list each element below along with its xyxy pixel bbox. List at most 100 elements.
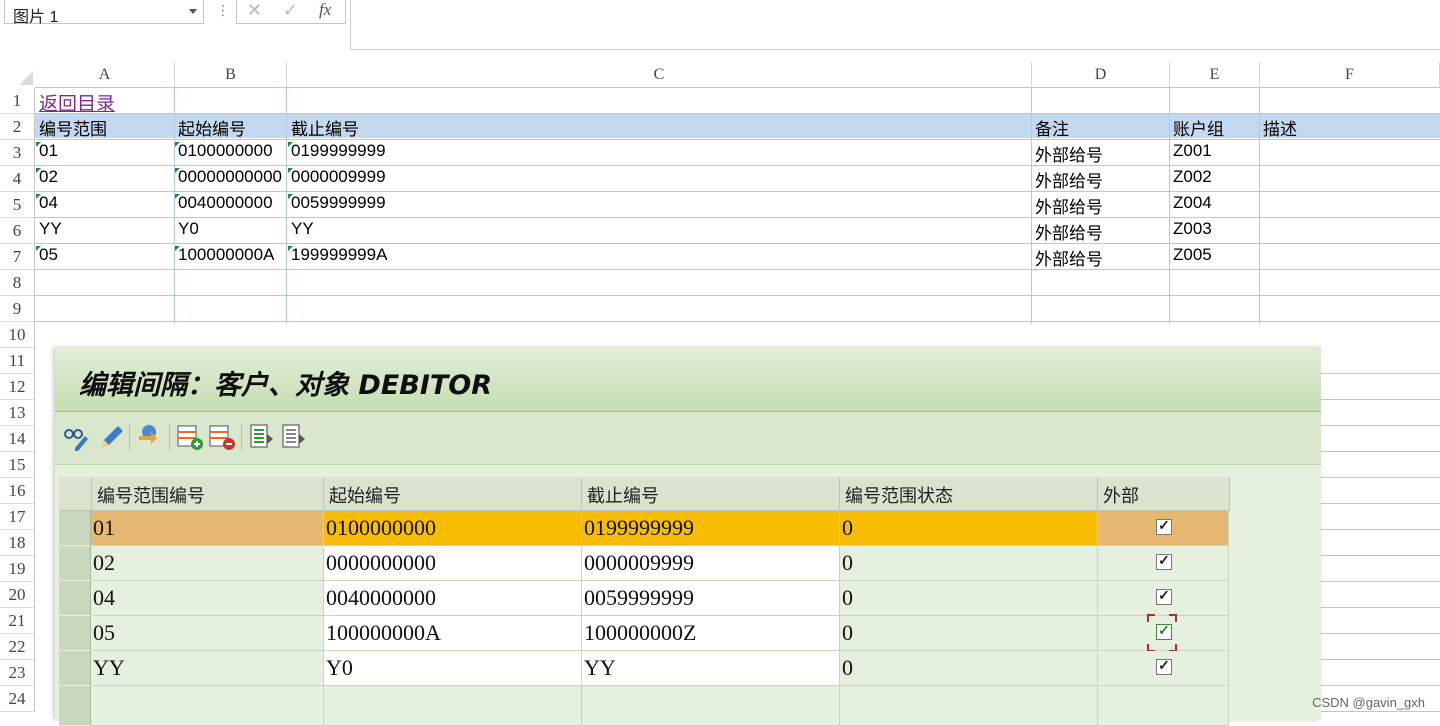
table-row[interactable]: 04 0040000000 0059999999 0 ✓ — [91, 581, 1229, 616]
row-selector[interactable] — [59, 651, 91, 686]
enter-icon[interactable]: ✓ — [283, 0, 298, 21]
table-row[interactable]: YY Y0 YY 0 ✓ — [91, 651, 1229, 686]
row-header[interactable]: 3 — [0, 140, 35, 166]
row-selector[interactable] — [59, 581, 91, 616]
sheet-data-cell[interactable]: 外部给号 — [1035, 219, 1103, 244]
cell-from[interactable]: 0040000000 — [324, 581, 582, 616]
cell-to[interactable]: 100000000Z — [582, 616, 840, 651]
sheet-data-cell[interactable]: 02 — [39, 167, 58, 187]
row-header[interactable]: 13 — [0, 400, 35, 426]
sheet-data-cell[interactable]: Z003 — [1173, 219, 1212, 239]
select-all-corner[interactable] — [0, 62, 35, 88]
cancel-icon[interactable]: ✕ — [247, 0, 262, 21]
sheet-data-cell[interactable]: 100000000A — [178, 245, 274, 265]
delete-line-icon[interactable] — [207, 422, 237, 452]
sheet-data-cell[interactable]: YY — [39, 219, 62, 239]
sheet-data-cell[interactable]: 0000009999 — [291, 167, 386, 187]
sheet-data-cell[interactable]: Z004 — [1173, 193, 1212, 213]
external-checkbox[interactable]: ✓ — [1156, 519, 1172, 535]
sheet-data-cell[interactable]: 0199999999 — [291, 141, 386, 161]
row-header[interactable]: 7 — [0, 244, 35, 270]
sheet-data-cell[interactable]: 外部给号 — [1035, 245, 1103, 270]
sheet-data-cell[interactable]: 0100000000 — [178, 141, 273, 161]
cell-from[interactable]: 100000000A — [324, 616, 582, 651]
vertical-dots-icon[interactable]: ⋮ — [216, 2, 230, 19]
column-header-d[interactable]: D — [1032, 62, 1170, 88]
row-header[interactable]: 22 — [0, 634, 35, 660]
row-header[interactable]: 11 — [0, 348, 35, 374]
cell-to[interactable]: 0000009999 — [582, 546, 840, 581]
cell-from[interactable]: 0100000000 — [324, 511, 582, 546]
row-header[interactable]: 6 — [0, 218, 35, 244]
column-header-e[interactable]: E — [1170, 62, 1260, 88]
external-checkbox[interactable]: ✓ — [1156, 624, 1172, 640]
row-selector[interactable] — [59, 616, 91, 651]
deselect-all-icon[interactable] — [279, 422, 309, 452]
row-selector-header[interactable] — [59, 477, 92, 511]
sheet-data-cell[interactable]: 04 — [39, 193, 58, 213]
sheet-data-cell[interactable]: 00000000000 — [178, 167, 286, 187]
table-row[interactable]: 01 0100000000 0199999999 0 ✓ — [91, 511, 1229, 546]
cell-to[interactable]: 0199999999 — [582, 511, 840, 546]
column-header-from[interactable]: 起始编号 — [324, 477, 582, 511]
column-header-a[interactable]: A — [35, 62, 175, 88]
cell-empty[interactable] — [1098, 686, 1229, 726]
external-checkbox[interactable]: ✓ — [1156, 554, 1172, 570]
sheet-header-cell[interactable]: 截止编号 — [291, 115, 359, 140]
row-header[interactable]: 10 — [0, 322, 35, 348]
name-box[interactable]: 图片 1 — [4, 0, 204, 26]
cell-status[interactable]: 0 — [840, 511, 1098, 546]
row-header[interactable]: 15 — [0, 452, 35, 478]
sheet-header-cell[interactable]: 备注 — [1035, 115, 1069, 140]
cell-from[interactable]: Y0 — [324, 651, 582, 686]
insert-function-icon[interactable]: fx — [319, 0, 331, 20]
sheet-data-cell[interactable]: Z005 — [1173, 245, 1212, 265]
row-selector[interactable] — [59, 546, 91, 581]
insert-line-icon[interactable] — [175, 422, 205, 452]
cell-empty[interactable] — [840, 686, 1098, 726]
sheet-data-cell[interactable]: 199999999A — [291, 245, 387, 265]
cell-empty[interactable] — [324, 686, 582, 726]
cell-from[interactable]: 0000000000 — [324, 546, 582, 581]
table-row-empty[interactable] — [91, 686, 1229, 726]
cell-empty[interactable] — [582, 686, 840, 726]
sheet-data-cell[interactable]: 0059999999 — [291, 193, 386, 213]
glasses-pencil-icon[interactable] — [61, 422, 91, 452]
cell-no[interactable]: 04 — [91, 581, 324, 616]
sheet-header-cell[interactable]: 编号范围 — [39, 115, 107, 140]
cell-status[interactable]: 0 — [840, 581, 1098, 616]
sheet-data-cell[interactable]: Z001 — [1173, 141, 1212, 161]
cell-no[interactable]: 05 — [91, 616, 324, 651]
sheet-data-cell[interactable]: 01 — [39, 141, 58, 161]
row-header[interactable]: 16 — [0, 478, 35, 504]
cell-no[interactable]: 02 — [91, 546, 324, 581]
row-header[interactable]: 19 — [0, 556, 35, 582]
cell-empty[interactable] — [91, 686, 324, 726]
select-all-icon[interactable] — [247, 422, 277, 452]
row-header[interactable]: 20 — [0, 582, 35, 608]
sheet-data-cell[interactable]: YY — [291, 219, 314, 239]
column-header-status[interactable]: 编号范围状态 — [840, 477, 1098, 511]
row-header[interactable]: 23 — [0, 660, 35, 686]
sheet-data-cell[interactable]: 0040000000 — [178, 193, 273, 213]
row-header[interactable]: 17 — [0, 504, 35, 530]
sheet-data-cell[interactable]: 05 — [39, 245, 58, 265]
table-row[interactable]: 02 0000000000 0000009999 0 ✓ — [91, 546, 1229, 581]
pencil-icon[interactable] — [95, 422, 125, 452]
row-header[interactable]: 8 — [0, 270, 35, 296]
row-header[interactable]: 21 — [0, 608, 35, 634]
column-header-range-no[interactable]: 编号范围编号 — [92, 477, 324, 511]
row-header[interactable]: 9 — [0, 296, 35, 322]
back-to-index-link[interactable]: 返回目录 — [39, 89, 115, 116]
cell-to[interactable]: YY — [582, 651, 840, 686]
external-checkbox[interactable]: ✓ — [1156, 589, 1172, 605]
row-header[interactable]: 5 — [0, 192, 35, 218]
row-header[interactable]: 2 — [0, 114, 35, 140]
sheet-data-cell[interactable]: 外部给号 — [1035, 167, 1103, 192]
row-header[interactable]: 1 — [0, 88, 35, 114]
sheet-header-cell[interactable]: 描述 — [1263, 115, 1297, 140]
sheet-header-cell[interactable]: 账户组 — [1173, 115, 1224, 140]
transport-icon[interactable] — [135, 422, 165, 452]
row-header[interactable]: 12 — [0, 374, 35, 400]
column-header-external[interactable]: 外部 — [1098, 477, 1230, 511]
